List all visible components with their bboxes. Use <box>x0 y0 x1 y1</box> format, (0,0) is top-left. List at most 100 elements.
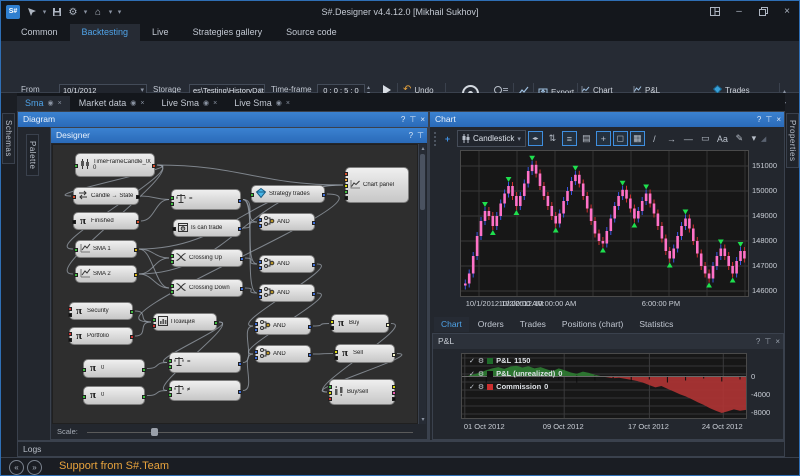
help-icon[interactable]: ? <box>757 116 761 124</box>
input-port[interactable] <box>258 218 262 222</box>
diagram-node-sec[interactable]: πSecurity <box>69 302 133 320</box>
tab-close-icon[interactable]: × <box>286 100 290 107</box>
output-port[interactable] <box>134 248 138 252</box>
input-port[interactable] <box>258 266 262 270</box>
input-port[interactable] <box>82 368 86 372</box>
toolbar-grip[interactable] <box>434 132 436 146</box>
doc-tab-live-sma[interactable]: Live Sma◉× <box>153 96 225 111</box>
input-port[interactable] <box>334 350 338 354</box>
input-port[interactable] <box>258 260 262 264</box>
input-port[interactable] <box>328 391 332 395</box>
help-icon[interactable]: ? <box>756 338 760 346</box>
diagram-node-fin[interactable]: πFinished <box>73 212 139 230</box>
settings-gear-icon[interactable]: ⚙ <box>66 5 80 20</box>
run-cursor-icon[interactable] <box>25 5 39 20</box>
input-port[interactable] <box>82 395 86 399</box>
diagram-node-poz[interactable]: Позиция <box>153 313 217 331</box>
result-tab-chart[interactable]: Chart <box>434 317 469 332</box>
input-port[interactable] <box>74 164 78 168</box>
app-logo-icon[interactable]: S# <box>6 5 20 19</box>
diagram-node-z1[interactable]: π0 <box>83 359 145 378</box>
tab-options-icon[interactable]: ◉ <box>276 99 282 107</box>
input-port[interactable] <box>152 324 156 328</box>
input-port[interactable] <box>344 190 348 194</box>
output-port[interactable] <box>214 321 218 325</box>
result-tab-orders[interactable]: Orders <box>471 317 511 332</box>
next-button[interactable]: » <box>27 460 42 475</box>
input-port[interactable] <box>170 284 174 288</box>
input-port[interactable] <box>344 184 348 188</box>
home-dropdown-icon[interactable]: ▾ <box>107 8 114 16</box>
output-port[interactable] <box>312 263 316 267</box>
output-port[interactable] <box>392 353 396 357</box>
input-port[interactable] <box>254 328 258 332</box>
input-port[interactable] <box>254 322 258 326</box>
input-port[interactable] <box>152 318 156 322</box>
pin-icon[interactable]: ⊤ <box>764 338 771 346</box>
help-icon[interactable]: ? <box>409 132 413 140</box>
output-port[interactable] <box>238 362 242 366</box>
pin-icon[interactable]: ⊤ <box>765 116 772 124</box>
input-port[interactable] <box>334 356 338 360</box>
draw-line-button[interactable]: / <box>647 131 662 146</box>
output-port[interactable] <box>136 195 140 199</box>
scale-slider-thumb[interactable] <box>151 428 158 436</box>
visible-check-icon[interactable]: ✓ <box>469 383 475 391</box>
tab-close-icon[interactable]: × <box>140 100 144 107</box>
visible-check-icon[interactable]: ✓ <box>469 370 475 378</box>
draw-text-button[interactable]: Aa <box>715 131 730 146</box>
diagram-node-sell[interactable]: πSell <box>335 344 395 363</box>
tab-close-icon[interactable]: × <box>58 100 62 107</box>
input-port[interactable] <box>168 387 172 391</box>
diagram-node-cmp1[interactable]: = <box>169 352 241 373</box>
diagram-node-cmp2[interactable]: ≠ <box>169 380 241 401</box>
input-port[interactable] <box>168 365 172 369</box>
auto-range-button[interactable]: ◂▸ <box>528 131 543 146</box>
ribbon-tab-strategies-gallery[interactable]: Strategies gallery <box>181 24 275 41</box>
pnl-panel-header[interactable]: P&L <box>433 334 783 349</box>
diagram-panel-header[interactable]: Diagram <box>18 112 428 127</box>
diagram-node-st[interactable]: Strategy trades <box>251 185 325 203</box>
input-port[interactable] <box>74 273 78 277</box>
output-port[interactable] <box>392 391 396 395</box>
pin-icon[interactable]: ⊤ <box>417 132 424 140</box>
diagram-node-and1[interactable]: AND <box>259 213 315 231</box>
input-port[interactable] <box>330 320 334 324</box>
diagram-node-cd[interactable]: Crossing Down <box>171 279 243 297</box>
ribbon-tab-backtesting[interactable]: Backtesting <box>70 24 141 41</box>
result-tab-trades[interactable]: Trades <box>513 317 553 332</box>
input-port[interactable] <box>258 295 262 299</box>
restore-button[interactable] <box>755 4 771 19</box>
output-port[interactable] <box>322 193 326 197</box>
doc-tab-sma[interactable]: Sma◉× <box>17 96 70 111</box>
diagram-node-and2[interactable]: AND <box>259 255 315 273</box>
input-port[interactable] <box>328 385 332 389</box>
chart-panel-header[interactable]: Chart <box>430 112 784 127</box>
diagram-node-and3[interactable]: AND <box>259 284 315 302</box>
diagram-node-sma2[interactable]: SMA 2 <box>75 265 137 283</box>
logs-panel[interactable]: Logs <box>17 441 785 457</box>
input-port[interactable] <box>72 220 76 224</box>
diagram-node-ict[interactable]: Is can trade <box>173 219 241 237</box>
diagram-node-eq[interactable]: = <box>171 189 241 210</box>
output-port[interactable] <box>392 397 396 401</box>
add-indicator-button[interactable]: + <box>440 131 455 146</box>
output-port[interactable] <box>238 227 242 231</box>
support-link[interactable]: Support from S#.Team <box>59 460 169 472</box>
legend-button[interactable]: ≡ <box>562 131 577 146</box>
input-port[interactable] <box>72 195 76 199</box>
output-port[interactable] <box>152 164 156 168</box>
ribbon-tab-source-code[interactable]: Source code <box>274 24 349 41</box>
draw-brush-button[interactable]: ✎ <box>732 131 747 146</box>
minimize-button[interactable]: – <box>731 4 747 19</box>
series-settings-icon[interactable]: ⚙ <box>478 370 484 378</box>
input-port[interactable] <box>250 193 254 197</box>
input-port[interactable] <box>254 356 258 360</box>
schemas-side-tab[interactable]: Schemas <box>2 113 15 164</box>
designer-panel-header[interactable]: Designer <box>51 128 427 143</box>
settings-dropdown-icon[interactable]: ▾ <box>82 8 89 16</box>
visible-check-icon[interactable]: ✓ <box>469 357 475 365</box>
output-port[interactable] <box>392 385 396 389</box>
qat-overflow-icon[interactable]: ▾ <box>116 8 123 16</box>
diagram-node-sma1[interactable]: SMA 1 <box>75 240 137 258</box>
